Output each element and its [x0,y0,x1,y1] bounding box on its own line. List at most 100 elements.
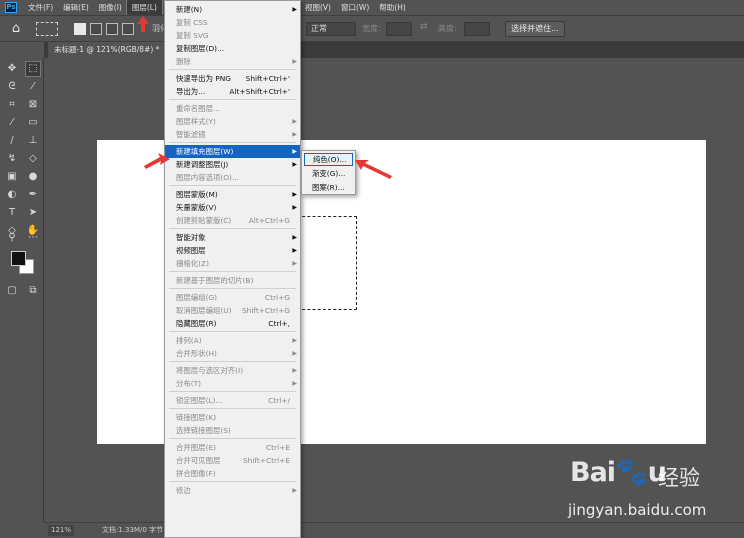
menu-item-label: 重命名图层... [176,104,221,113]
layer-menu-item[interactable]: 智能对象 ▶ [165,231,300,244]
baidu-logo: Bai🐾u [570,457,667,488]
fill-layer-submenu: 纯色(O)... 渐变(G)... 图案(R)... [301,150,356,195]
eyedropper-tool-icon[interactable]: ⁄ [5,116,19,130]
width-field[interactable] [386,22,412,36]
layer-menu-item[interactable]: 图层内容选项(O)... [165,171,300,184]
layer-menu-item[interactable]: 隐藏图层(R) Ctrl+, [165,317,300,330]
layer-menu-item[interactable]: 合并图层(E) Ctrl+E [165,441,300,454]
zoom-tool-icon[interactable]: ⚲ [5,231,19,245]
more-tools-icon[interactable]: ⋯ [26,231,40,245]
menu-help[interactable]: 帮助(H) [374,0,411,15]
layer-menu-item[interactable]: 拼合图像(F) [165,467,300,480]
brush-tool-icon[interactable]: ∕ [5,134,19,148]
history-brush-tool-icon[interactable]: ↯ [5,152,19,166]
menu-item-shortcut: Ctrl+/ [268,396,290,405]
submenu-gradient[interactable]: 渐变(G)... [304,167,353,180]
menu-item-label: 复制 CSS [176,18,208,27]
layer-menu-item[interactable]: 取消图层编组(U) Shift+Ctrl+G [165,304,300,317]
menu-item-shortcut: Shift+Ctrl+' [245,74,290,83]
move-tool-icon[interactable]: ✥ [5,62,19,76]
home-icon[interactable]: ⌂ [8,21,24,37]
marquee-tool-icon[interactable]: ⬚ [25,61,41,77]
submenu-pattern[interactable]: 图案(R)... [304,181,353,194]
layer-menu-item[interactable]: 分布(T) ▶ [165,377,300,390]
new-selection-icon[interactable] [74,23,86,35]
lasso-tool-icon[interactable]: ᘓ [5,80,19,94]
submenu-solid-color[interactable]: 纯色(O)... [304,153,353,166]
layer-menu-item[interactable]: 图层蒙版(M) ▶ [165,188,300,201]
layer-menu-item[interactable]: 复制 CSS [165,16,300,29]
healing-brush-tool-icon[interactable]: ▭ [26,116,40,130]
gradient-tool-icon[interactable]: ▣ [5,170,19,184]
layer-menu-item[interactable]: 栅格化(Z) ▶ [165,257,300,270]
layer-menu-item[interactable]: 合并可见图层 Shift+Ctrl+E [165,454,300,467]
layer-menu-item[interactable]: 删除 ▶ [165,55,300,68]
menu-item-label: 选择链接图层(S) [176,426,231,435]
layer-menu-item[interactable]: 合并形状(H) ▶ [165,347,300,360]
submenu-arrow-icon: ▶ [292,367,297,374]
menu-separator [169,271,296,272]
zoom-level[interactable]: 121% [48,525,74,536]
layer-menu-item[interactable]: 创建剪贴蒙版(C) Alt+Ctrl+G [165,214,300,227]
stamp-tool-icon[interactable]: ⊥ [26,134,40,148]
subtract-selection-icon[interactable] [106,23,118,35]
menu-window[interactable]: 窗口(W) [336,0,374,15]
style-select[interactable]: 正常 [306,22,356,36]
menu-file[interactable]: 文件(F) [23,0,58,15]
menu-item-label: 隐藏图层(R) [176,319,217,328]
layer-menu-item[interactable]: 新建基于图层的切片(B) [165,274,300,287]
menu-separator [169,185,296,186]
menu-item-label: 将图层与选区对齐(I) [176,366,244,375]
layer-menu-item[interactable]: 图层样式(Y) ▶ [165,115,300,128]
foreground-color-swatch[interactable] [11,251,26,266]
path-selection-tool-icon[interactable]: ➤ [26,206,40,220]
menu-separator [169,361,296,362]
dodge-tool-icon[interactable]: ◐ [5,188,19,202]
select-and-mask-button[interactable]: 选择并遮住... [505,21,565,37]
swap-icon[interactable]: ⇄ [420,22,428,32]
layer-menu-item[interactable]: 链接图层(K) [165,411,300,424]
submenu-arrow-icon: ▶ [292,260,297,267]
crop-tool-icon[interactable]: ⌗ [5,98,19,112]
layer-menu-item[interactable]: 导出为... Alt+Shift+Ctrl+' [165,85,300,98]
layer-menu-item[interactable]: 选择链接图层(S) [165,424,300,437]
document-tab[interactable]: 未标题-1 @ 121%(RGB/8#) * [48,42,166,58]
layer-menu-item[interactable]: 锁定图层(L)... Ctrl+/ [165,394,300,407]
quick-mask-icon[interactable]: ▢ [5,284,19,298]
layer-menu-item[interactable]: 矢量蒙版(V) ▶ [165,201,300,214]
intersect-selection-icon[interactable] [122,23,134,35]
layer-menu-item[interactable]: 将图层与选区对齐(I) ▶ [165,364,300,377]
add-selection-icon[interactable] [90,23,102,35]
layer-menu-item[interactable]: 重命名图层... [165,102,300,115]
layer-menu-item[interactable]: 新建调整图层(J) ▶ [165,158,300,171]
layer-menu-item[interactable]: 复制图层(D)... [165,42,300,55]
screen-mode-icon[interactable]: ⧉ [26,284,40,298]
eraser-tool-icon[interactable]: ◇ [26,152,40,166]
menu-layer[interactable]: 图层(L) [125,0,163,16]
magic-wand-tool-icon[interactable]: ⁄ [26,80,40,94]
blur-tool-icon[interactable]: ● [26,170,40,184]
layer-menu-item[interactable]: 智能滤镜 ▶ [165,128,300,141]
layer-menu-item[interactable]: 视频图层 ▶ [165,244,300,257]
menu-edit[interactable]: 编辑(E) [58,0,94,15]
layer-menu-item[interactable]: 新建填充图层(W) ▶ [165,145,300,158]
layer-menu-item[interactable]: 排列(A) ▶ [165,334,300,347]
layer-menu-item[interactable]: 图层编组(G) Ctrl+G [165,291,300,304]
menu-view[interactable]: 视图(V) [300,0,336,15]
menu-item-shortcut: Alt+Ctrl+G [248,216,290,225]
frame-tool-icon[interactable]: ⊠ [26,98,40,112]
layer-menu-item[interactable]: 修边 ▶ [165,484,300,497]
layer-menu-item[interactable]: 新建(N) ▶ [165,3,300,16]
layer-menu-item[interactable]: 快速导出为 PNG Shift+Ctrl+' [165,72,300,85]
submenu-arrow-icon: ▶ [292,191,297,198]
menu-item-label: 拼合图像(F) [176,469,216,478]
pen-tool-icon[interactable]: ✒ [26,188,40,202]
layer-menu-item[interactable]: 复制 SVG [165,29,300,42]
marquee-preset-icon[interactable] [36,22,58,36]
menu-separator [169,438,296,439]
height-field[interactable] [464,22,490,36]
submenu-arrow-icon: ▶ [292,350,297,357]
type-tool-icon[interactable]: T [5,206,19,220]
menu-item-label: 智能滤镜 [176,130,206,139]
menu-image[interactable]: 图像(I) [94,0,127,15]
